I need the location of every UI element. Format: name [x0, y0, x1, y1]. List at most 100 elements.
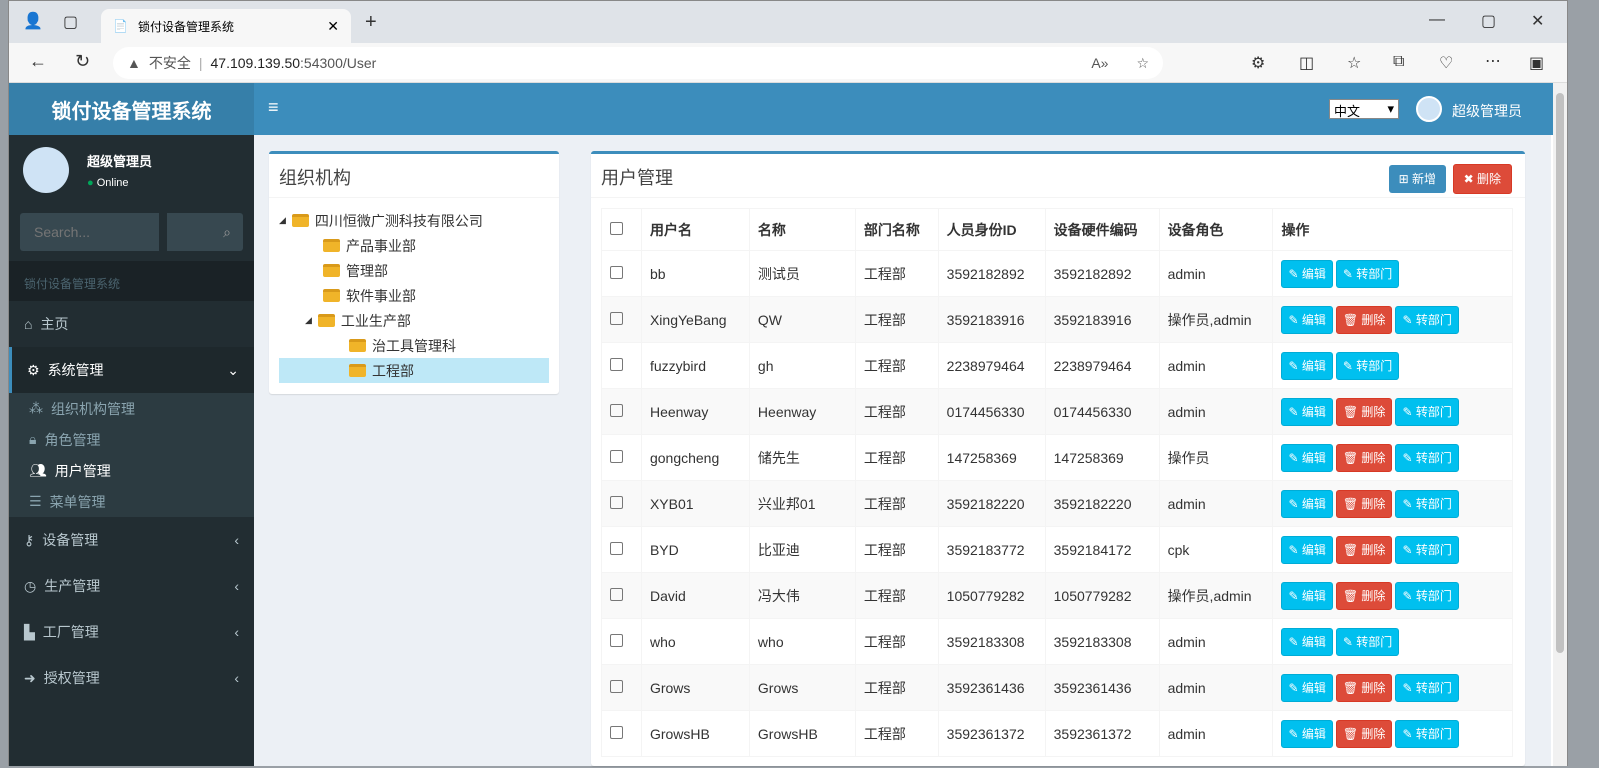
favorites-icon[interactable]: ☆	[1347, 53, 1361, 73]
close-tab-icon[interactable]: ✕	[327, 18, 339, 35]
collapse-icon[interactable]: ◢	[279, 215, 286, 226]
tree-node[interactable]: ◢ 工业生产部	[279, 308, 549, 333]
minimize-icon[interactable]: —	[1429, 11, 1445, 29]
edit-button[interactable]: ✎ 编辑	[1281, 305, 1333, 334]
sidebar-search-input[interactable]	[20, 213, 159, 251]
row-checkbox[interactable]	[610, 357, 623, 371]
sidebar-subitem-user[interactable]: 👥︎ 用户管理	[9, 455, 254, 486]
top-navbar: ≡ 中文 ▾ 超级管理员	[254, 83, 1567, 135]
scrollbar[interactable]	[1553, 83, 1567, 766]
row-delete-button[interactable]: 🗑︎ 删除	[1335, 489, 1393, 518]
sidebar-item-auth[interactable]: ➜ 授权管理 ‹	[9, 655, 254, 701]
row-checkbox[interactable]	[610, 403, 623, 417]
collections-icon[interactable]: ⧉	[1393, 53, 1404, 71]
tree-node[interactable]: 治工具管理科	[279, 333, 549, 358]
profile-icon[interactable]: 👤	[23, 11, 43, 31]
tree-node-selected[interactable]: 工程部	[279, 358, 549, 383]
edit-button[interactable]: ✎ 编辑	[1281, 627, 1333, 656]
row-checkbox[interactable]	[610, 311, 623, 325]
row-checkbox[interactable]	[610, 679, 623, 693]
split-icon[interactable]: ◫	[1299, 53, 1314, 73]
sidebar-subitem-org[interactable]: ⁂ 组织机构管理	[9, 393, 254, 424]
edit-button[interactable]: ✎ 编辑	[1281, 673, 1333, 702]
transfer-button[interactable]: ✎ 转部门	[1395, 443, 1459, 472]
row-checkbox[interactable]	[610, 265, 623, 279]
more-icon[interactable]: ⋯	[1485, 51, 1501, 71]
edit-button[interactable]: ✎ 编辑	[1281, 489, 1333, 518]
transfer-button[interactable]: ✎ 转部门	[1335, 259, 1400, 288]
table-cell: 1050779282	[1044, 572, 1160, 619]
sidebar-subitem-menu[interactable]: ☰ 菜单管理	[9, 486, 254, 517]
edit-button[interactable]: ✎ 编辑	[1281, 443, 1333, 472]
transfer-button[interactable]: ✎ 转部门	[1395, 489, 1459, 518]
menu-toggle-icon[interactable]: ≡	[268, 97, 279, 118]
row-delete-button[interactable]: 🗑︎ 删除	[1335, 535, 1393, 564]
row-checkbox[interactable]	[610, 449, 623, 463]
reload-icon[interactable]: ↻	[75, 51, 90, 72]
tree-node[interactable]: 管理部	[279, 258, 549, 283]
select-all[interactable]	[601, 208, 642, 251]
sidebar-subitem-role[interactable]: 🔒︎ 角色管理	[9, 424, 254, 455]
new-tab-icon[interactable]: +	[365, 11, 377, 34]
row-delete-button[interactable]: 🗑︎ 删除	[1335, 305, 1393, 334]
sidebar-item-home[interactable]: ⌂ 主页	[9, 301, 254, 347]
tree-node[interactable]: 产品事业部	[279, 233, 549, 258]
sidebar-toggle-icon[interactable]: ▣	[1529, 53, 1544, 73]
transfer-button[interactable]: ✎ 转部门	[1395, 305, 1459, 334]
language-select[interactable]: 中文 ▾	[1329, 99, 1399, 119]
extensions-icon[interactable]: ⚙	[1251, 53, 1265, 73]
health-icon[interactable]: ♡	[1439, 53, 1453, 73]
collapse-icon[interactable]: ◢	[305, 315, 312, 326]
tab-actions-icon[interactable]: ▢	[63, 12, 78, 32]
edit-label: 编辑	[1301, 542, 1326, 557]
table-cell: admin	[1158, 388, 1274, 435]
sidebar-item-system[interactable]: ⚙ 系统管理 ⌄	[9, 347, 254, 393]
transfer-button[interactable]: ✎ 转部门	[1395, 535, 1459, 564]
row-checkbox[interactable]	[610, 725, 623, 739]
edit-button[interactable]: ✎ 编辑	[1281, 581, 1333, 610]
edit-button[interactable]: ✎ 编辑	[1281, 719, 1333, 748]
row-delete-button[interactable]: 🗑︎ 删除	[1335, 719, 1393, 748]
sidebar-item-device[interactable]: ⚷ 设备管理 ‹	[9, 517, 254, 563]
address-bar[interactable]: ▲ 不安全 | 47.109.139.50:54300/User A» ☆	[113, 47, 1163, 79]
transfer-button[interactable]: ✎ 转部门	[1335, 351, 1400, 380]
tree-node[interactable]: 软件事业部	[279, 283, 549, 308]
row-checkbox[interactable]	[610, 633, 623, 647]
row-delete-button[interactable]: 🗑︎ 删除	[1335, 443, 1393, 472]
maximize-icon[interactable]: ▢	[1481, 11, 1496, 31]
search-icon[interactable]: ⌕	[159, 213, 243, 251]
transfer-button[interactable]: ✎ 转部门	[1395, 719, 1459, 748]
browser-tab[interactable]: 📄 锁付设备管理系统 ✕	[101, 9, 351, 43]
transfer-button[interactable]: ✎ 转部门	[1335, 627, 1400, 656]
transfer-button[interactable]: ✎ 转部门	[1395, 397, 1459, 426]
close-window-icon[interactable]: ✕	[1531, 11, 1544, 31]
row-checkbox[interactable]	[610, 541, 623, 555]
user-avatar[interactable]	[1416, 96, 1442, 122]
folder-icon	[349, 364, 366, 377]
tree-node[interactable]: ◢ 四川恒微广测科技有限公司	[279, 208, 549, 233]
edit-button[interactable]: ✎ 编辑	[1281, 535, 1333, 564]
transfer-button[interactable]: ✎ 转部门	[1395, 673, 1459, 702]
row-delete-button[interactable]: 🗑︎ 删除	[1335, 673, 1393, 702]
row-delete-button[interactable]: 🗑︎ 删除	[1335, 581, 1393, 610]
user-menu[interactable]: 超级管理员	[1452, 101, 1522, 121]
favorite-icon[interactable]: ☆	[1136, 55, 1149, 72]
sidebar-item-factory[interactable]: ▙ 工厂管理 ‹	[9, 609, 254, 655]
add-button[interactable]: ⊞ 新增	[1388, 165, 1446, 193]
row-checkbox[interactable]	[610, 495, 623, 509]
edit-button[interactable]: ✎ 编辑	[1281, 351, 1333, 380]
transfer-label: 转部门	[1356, 634, 1393, 649]
checkbox[interactable]	[610, 221, 623, 235]
org-title: 组织机构	[269, 154, 559, 198]
edit-button[interactable]: ✎ 编辑	[1281, 397, 1333, 426]
sidebar-item-production[interactable]: ◷ 生产管理 ‹	[9, 563, 254, 609]
edit-button[interactable]: ✎ 编辑	[1281, 259, 1333, 288]
back-icon[interactable]: ←	[29, 51, 47, 72]
read-aloud-icon[interactable]: A»	[1091, 55, 1108, 71]
row-delete-button[interactable]: 🗑︎ 删除	[1335, 397, 1393, 426]
delete-button[interactable]: ✖ 删除	[1452, 164, 1512, 194]
app-logo[interactable]: 锁付设备管理系统	[9, 83, 254, 135]
transfer-button[interactable]: ✎ 转部门	[1395, 581, 1459, 610]
scrollbar-thumb[interactable]	[1556, 93, 1564, 653]
row-checkbox[interactable]	[610, 587, 623, 601]
